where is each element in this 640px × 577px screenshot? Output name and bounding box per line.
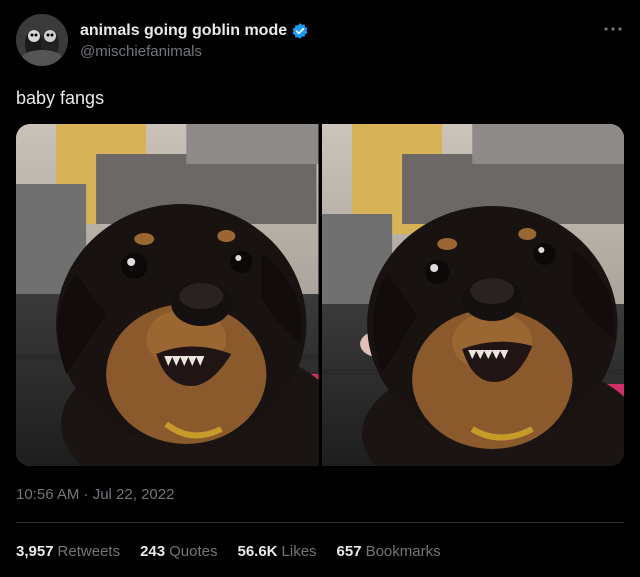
stat-retweets[interactable]: 3,957 Retweets: [16, 543, 120, 560]
stat-value: 56.6K: [237, 543, 278, 560]
author-handle[interactable]: @mischiefanimals: [80, 43, 309, 60]
tweet-text: baby fangs: [16, 88, 105, 108]
verified-badge-icon: [291, 22, 309, 40]
stat-label: Bookmarks: [365, 543, 441, 560]
stat-value: 3,957: [16, 543, 54, 560]
tweet-header: animals going goblin mode @mischiefanima…: [16, 14, 624, 70]
stat-quotes[interactable]: 243 Quotes: [140, 543, 217, 560]
tweet-timestamp[interactable]: 10:56 AM · Jul 22, 2022: [16, 486, 174, 503]
engagement-stats: 3,957 Retweets 243 Quotes 56.6K Likes 65…: [16, 543, 441, 560]
stat-bookmarks[interactable]: 657 Bookmarks: [337, 543, 441, 560]
media-grid[interactable]: [16, 124, 624, 466]
stat-label: Likes: [281, 543, 317, 560]
author-names: animals going goblin mode @mischiefanima…: [80, 20, 309, 60]
stat-label: Quotes: [169, 543, 218, 560]
puppy-photo-1[interactable]: [16, 124, 319, 466]
stat-value: 243: [140, 543, 166, 560]
avatar[interactable]: [16, 14, 68, 66]
stat-likes[interactable]: 56.6K Likes: [237, 543, 316, 560]
author-display-name[interactable]: animals going goblin mode: [80, 22, 287, 40]
more-options-icon[interactable]: [602, 22, 624, 36]
divider: [16, 522, 624, 523]
puppy-photo-2[interactable]: [321, 124, 625, 466]
stat-value: 657: [336, 543, 362, 560]
stat-label: Retweets: [57, 543, 121, 560]
